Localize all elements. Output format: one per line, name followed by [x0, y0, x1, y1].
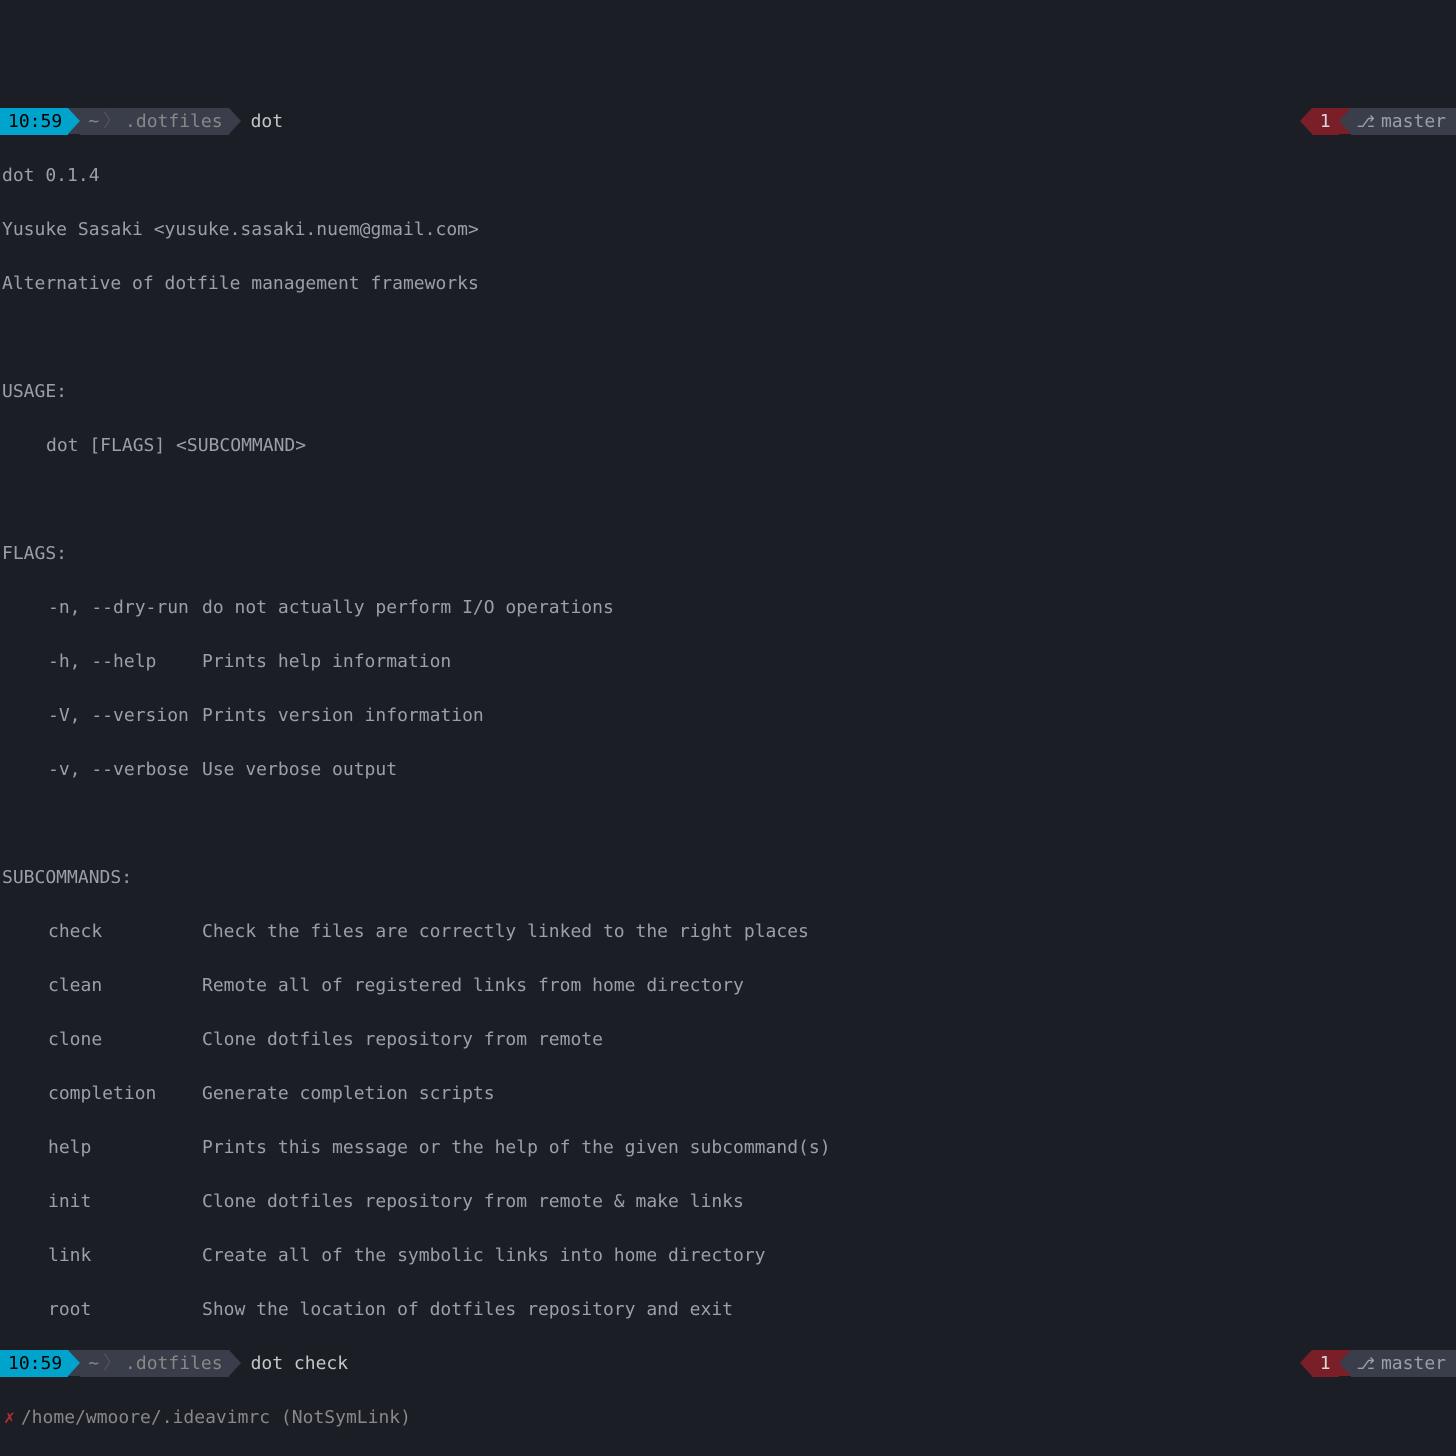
branch-icon: ⎇	[1357, 1350, 1375, 1377]
prompt-time: 10:59	[0, 1350, 68, 1377]
blank-line	[0, 324, 1456, 351]
prompt-line-1[interactable]: 10:59 ~〉.dotfiles dot 1 ⎇master	[0, 108, 1456, 135]
subcommand-row: helpPrints this message or the help of t…	[0, 1134, 1456, 1161]
separator-icon	[68, 1350, 80, 1376]
git-branch: ⎇master	[1351, 1350, 1456, 1377]
git-branch: ⎇master	[1351, 108, 1456, 135]
status-badge: 1	[1312, 108, 1339, 135]
separator-icon	[1300, 108, 1312, 134]
prompt-line-2[interactable]: 10:59 ~〉.dotfiles dot check 1 ⎇master	[0, 1350, 1456, 1377]
error-line: ✗/home/wmoore/.ideavimrc (NotSymLink)	[0, 1404, 1456, 1431]
subcommand-row: rootShow the location of dotfiles reposi…	[0, 1296, 1456, 1323]
separator-icon	[68, 108, 80, 134]
flag-row: -n, --dry-rundo not actually perform I/O…	[0, 594, 1456, 621]
subcommand-row: checkCheck the files are correctly linke…	[0, 918, 1456, 945]
right-status: 1 ⎇master	[1300, 1350, 1456, 1377]
output-description: Alternative of dotfile management framew…	[0, 270, 1456, 297]
separator-icon	[1339, 1350, 1351, 1376]
separator-icon	[1300, 1350, 1312, 1376]
prompt-path: ~〉.dotfiles	[80, 1350, 228, 1377]
command-input[interactable]: dot	[241, 108, 284, 135]
subcommand-row: cloneClone dotfiles repository from remo…	[0, 1026, 1456, 1053]
separator-icon	[1339, 108, 1351, 134]
command-input[interactable]: dot check	[241, 1350, 349, 1377]
subcommand-row: initClone dotfiles repository from remot…	[0, 1188, 1456, 1215]
prompt-path: ~〉.dotfiles	[80, 108, 228, 135]
usage-body: dot [FLAGS] <SUBCOMMAND>	[0, 432, 1456, 459]
output-author: Yusuke Sasaki <yusuke.sasaki.nuem@gmail.…	[0, 216, 1456, 243]
subcommand-row: cleanRemote all of registered links from…	[0, 972, 1456, 999]
flag-row: -V, --versionPrints version information	[0, 702, 1456, 729]
branch-icon: ⎇	[1357, 108, 1375, 135]
prompt-time: 10:59	[0, 108, 68, 135]
flag-row: -v, --verboseUse verbose output	[0, 756, 1456, 783]
error-x-icon: ✗	[0, 1404, 21, 1431]
subcommand-row: linkCreate all of the symbolic links int…	[0, 1242, 1456, 1269]
usage-heading: USAGE:	[0, 378, 1456, 405]
status-badge: 1	[1312, 1350, 1339, 1377]
output-version: dot 0.1.4	[0, 162, 1456, 189]
flags-heading: FLAGS:	[0, 540, 1456, 567]
subcommands-heading: SUBCOMMANDS:	[0, 864, 1456, 891]
right-status: 1 ⎇master	[1300, 108, 1456, 135]
blank-line	[0, 486, 1456, 513]
separator-icon	[229, 108, 241, 134]
subcommand-row: completionGenerate completion scripts	[0, 1080, 1456, 1107]
separator-icon	[229, 1350, 241, 1376]
flag-row: -h, --helpPrints help information	[0, 648, 1456, 675]
blank-line	[0, 810, 1456, 837]
